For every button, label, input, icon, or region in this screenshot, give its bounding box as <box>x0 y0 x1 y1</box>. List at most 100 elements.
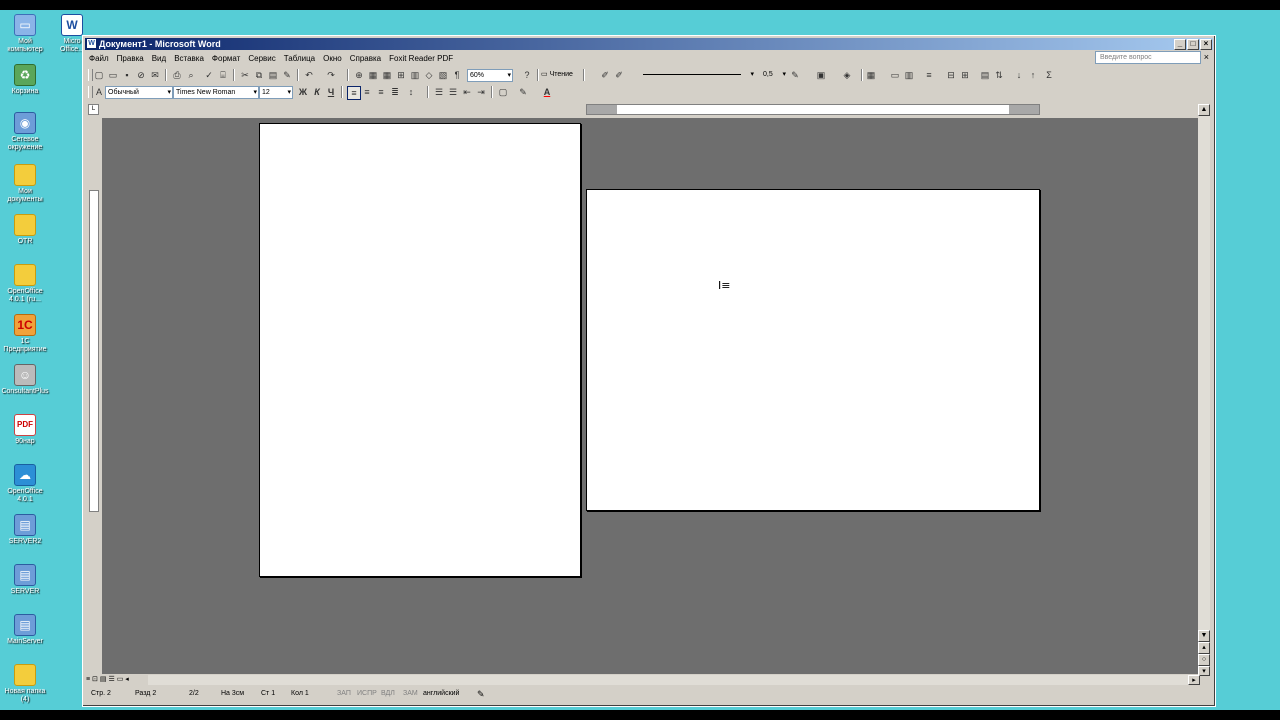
format-painter-icon[interactable]: ✎ <box>281 69 293 81</box>
menu-format[interactable]: Формат <box>208 52 244 66</box>
bold-button[interactable]: Ж <box>297 86 309 98</box>
autosum-icon[interactable]: Σ <box>1043 69 1055 81</box>
autoformat-table-icon[interactable]: ▤ <box>979 69 991 81</box>
permission-icon[interactable]: ⊘ <box>135 69 147 81</box>
minimize-button[interactable]: _ <box>1174 39 1186 50</box>
menu-table[interactable]: Таблица <box>280 52 319 66</box>
paste-icon[interactable]: ▤ <box>267 69 279 81</box>
horizontal-scrollbar[interactable]: ▸ <box>148 675 1200 685</box>
close-document-button[interactable]: × <box>1204 52 1209 62</box>
vertical-scrollbar[interactable]: ▲ ▼ ▴ ○ ▾ <box>1198 104 1210 676</box>
close-button[interactable]: × <box>1200 39 1212 50</box>
new-document-icon[interactable]: ▢ <box>93 69 105 81</box>
desktop-icon-1c[interactable]: 1С 1С Предприятие <box>0 314 50 354</box>
distribute-rows-icon[interactable]: ⊟ <box>945 69 957 81</box>
outline-view-icon[interactable]: ☰ <box>108 676 114 683</box>
cut-icon[interactable]: ✂ <box>239 69 251 81</box>
style-select[interactable]: Обычный <box>105 86 173 99</box>
status-ovr[interactable]: ЗАМ <box>403 687 418 701</box>
desktop-icon-network[interactable]: ◉ Сетевое окружение <box>0 112 50 152</box>
save-icon[interactable]: ▪ <box>121 69 133 81</box>
undo-icon[interactable]: ↶ <box>303 69 315 81</box>
menu-window[interactable]: Окно <box>319 52 346 66</box>
research-icon[interactable]: ⌸ <box>217 69 229 81</box>
line-spacing-icon[interactable]: ↕ <box>405 86 417 98</box>
align-center-button[interactable]: ≡ <box>361 86 373 98</box>
desktop-icon-new-folder[interactable]: Новая папка (4) <box>0 664 50 704</box>
text-direction-icon[interactable]: ⇅ <box>993 69 1005 81</box>
edit-icon[interactable]: ✐ <box>599 69 611 81</box>
print-layout-icon[interactable]: ▤ <box>100 676 107 683</box>
borders-icon[interactable]: ▣ <box>815 69 827 81</box>
menu-insert[interactable]: Вставка <box>170 52 208 66</box>
increase-indent-icon[interactable]: ⇥ <box>475 86 487 98</box>
menu-tools[interactable]: Сервис <box>244 52 279 66</box>
open-folder-icon[interactable]: ▭ <box>107 69 119 81</box>
desktop-icon-mainserver[interactable]: ▤ MainServer <box>0 614 50 646</box>
outside-border-icon[interactable]: ▢ <box>497 86 509 98</box>
italic-button[interactable]: К <box>311 86 323 98</box>
document-page-2-landscape[interactable] <box>586 189 1040 511</box>
copy-icon[interactable]: ⧉ <box>253 69 265 81</box>
desktop-icon-openoffice-folder[interactable]: OpenOffice 4.0.1 (ru... <box>0 264 50 304</box>
align-cell-icon[interactable]: ≡ <box>923 69 935 81</box>
help-icon[interactable]: ? <box>521 69 533 81</box>
menu-file[interactable]: Файл <box>85 52 113 66</box>
drawing-icon[interactable]: ◇ <box>423 69 435 81</box>
shading-color-icon[interactable]: ◈ <box>841 69 853 81</box>
browse-object-button[interactable]: ○ <box>1198 654 1210 666</box>
scroll-up-button[interactable]: ▲ <box>1198 104 1210 116</box>
line-style-select[interactable] <box>637 69 755 80</box>
insert-table-dropdown-icon[interactable]: ▦ <box>865 69 877 81</box>
highlight-icon[interactable]: ✎ <box>517 86 529 98</box>
distribute-columns-icon[interactable]: ⊞ <box>959 69 971 81</box>
scroll-down-button[interactable]: ▼ <box>1198 630 1210 642</box>
print-preview-icon[interactable]: ⌕ <box>185 69 197 81</box>
status-rec[interactable]: ЗАП <box>337 687 351 701</box>
menu-help[interactable]: Справка <box>346 52 385 66</box>
font-color-icon[interactable]: A <box>541 86 553 98</box>
menu-foxit[interactable]: Foxit Reader PDF <box>385 52 457 66</box>
sort-descending-icon[interactable]: ↑ <box>1027 69 1039 81</box>
styles-pane-icon[interactable]: A <box>93 86 105 98</box>
tab-selector[interactable]: L <box>88 104 99 115</box>
horizontal-ruler[interactable] <box>586 104 1040 115</box>
normal-view-icon[interactable]: ≡ <box>86 676 90 683</box>
spelling-status-icon[interactable]: ✎ <box>477 687 485 701</box>
desktop-icon-recycle-bin[interactable]: ♻ Корзина <box>0 64 50 96</box>
align-right-button[interactable]: ≡ <box>375 86 387 98</box>
spelling-icon[interactable]: ✓ <box>203 69 215 81</box>
title-bar[interactable]: W Документ1 - Microsoft Word _ □ × <box>85 38 1213 50</box>
vertical-ruler[interactable] <box>86 118 100 674</box>
tables-borders-icon[interactable]: ▦ <box>367 69 379 81</box>
desktop-icon-openoffice[interactable]: ☁ OpenOffice 4.0.1 <box>0 464 50 504</box>
underline-button[interactable]: Ч <box>325 86 337 98</box>
previous-page-button[interactable]: ▴ <box>1198 642 1210 654</box>
status-ext[interactable]: ВДЛ <box>381 687 395 701</box>
scroll-left-icon[interactable]: ◂ <box>125 676 129 683</box>
web-view-icon[interactable]: ⊡ <box>92 676 98 683</box>
print-icon[interactable]: ⎙ <box>171 69 183 81</box>
line-color-icon[interactable]: ✎ <box>789 69 801 81</box>
document-map-icon[interactable]: ▧ <box>437 69 449 81</box>
bullets-icon[interactable]: ☰ <box>447 86 459 98</box>
show-hide-icon[interactable]: ¶ <box>451 69 463 81</box>
desktop-icon-otr[interactable]: OTR <box>0 214 50 246</box>
justify-button[interactable]: ≣ <box>389 86 401 98</box>
reading-mode-button[interactable]: ▭ Чтение <box>541 69 573 81</box>
desktop-icon-my-computer[interactable]: ▭ Мой компьютер <box>0 14 50 54</box>
split-cells-icon[interactable]: ▥ <box>903 69 915 81</box>
decrease-indent-icon[interactable]: ⇤ <box>461 86 473 98</box>
zoom-select[interactable]: 60% <box>467 69 513 82</box>
insert-table-icon[interactable]: ▦ <box>381 69 393 81</box>
desktop-icon-server2[interactable]: ▤ SERVER2 <box>0 514 50 546</box>
ask-question-input[interactable]: Введите вопрос <box>1095 51 1201 64</box>
email-icon[interactable]: ✉ <box>149 69 161 81</box>
sort-ascending-icon[interactable]: ↓ <box>1013 69 1025 81</box>
font-size-select[interactable]: 12 <box>259 86 293 99</box>
align-left-button[interactable]: ≡ <box>347 86 361 100</box>
menu-view[interactable]: Вид <box>148 52 170 66</box>
document-page-1[interactable] <box>259 123 581 577</box>
reading-view-icon[interactable]: ▭ <box>117 676 124 683</box>
desktop-icon-server[interactable]: ▤ SERVER <box>0 564 50 596</box>
